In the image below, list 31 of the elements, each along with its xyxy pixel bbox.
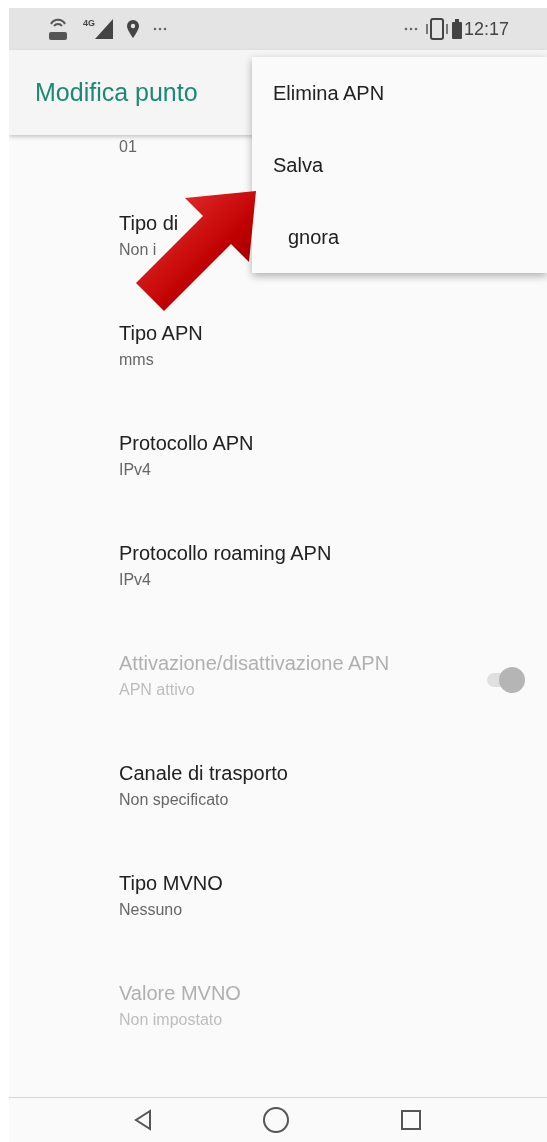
more-icon [153,27,167,31]
setting-summary: mms [119,350,154,370]
clock: 12:17 [463,17,509,41]
vibrate-icon [423,18,450,40]
volte-icon [47,16,69,42]
location-icon [127,20,139,38]
setting-summary: Non specificato [119,790,229,810]
battery-icon [451,19,462,39]
setting-title[interactable]: Canale di trasporto [119,759,288,788]
more-icon [403,27,418,31]
setting-title[interactable]: Protocollo APN [119,429,254,458]
setting-summary: APN attivo [119,680,195,700]
menu-item[interactable]: Elimina APN [252,57,547,129]
back-icon[interactable] [134,1109,152,1131]
setting-summary: 01 [119,138,137,155]
network-type: 4G [83,19,95,28]
menu-item[interactable]: gnora [252,201,547,273]
setting-title[interactable]: Tipo MVNO [119,869,223,898]
setting-summary: Non i [119,240,157,260]
setting-summary: Non impostato [119,1010,223,1030]
setting-title[interactable]: Tipo di [119,209,179,238]
setting-summary: Nessuno [119,900,183,920]
menu-item[interactable]: Salva [252,129,547,201]
setting-summary: IPv4 [119,570,151,590]
recents-icon[interactable] [400,1109,422,1131]
screen-title: Modifica punto [35,76,198,108]
signal-icon [95,19,113,39]
setting-title[interactable]: Tipo APN [119,319,203,348]
setting-title[interactable]: Protocollo roaming APN [119,539,332,568]
home-icon[interactable] [262,1106,290,1134]
setting-summary: IPv4 [119,460,151,480]
